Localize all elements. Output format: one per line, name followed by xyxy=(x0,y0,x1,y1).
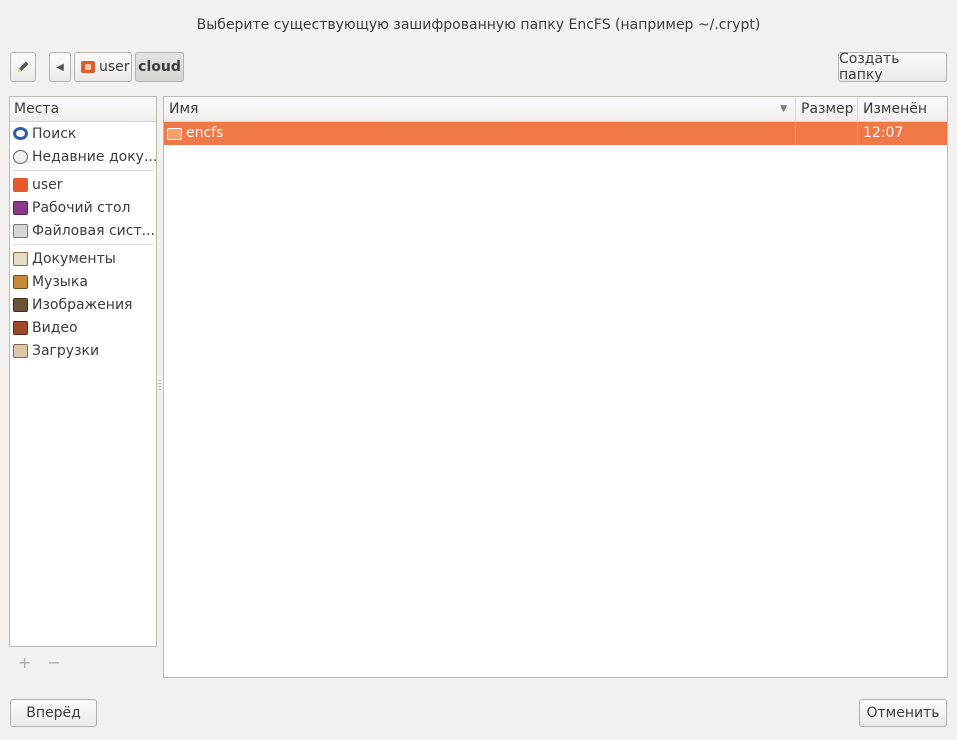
music-folder-icon xyxy=(13,274,28,289)
sidebar-item-label: Изображения xyxy=(32,296,133,313)
sidebar-item-filesystem[interactable]: Файловая сист... xyxy=(10,219,156,242)
breadcrumb-cloud-label: cloud xyxy=(138,59,181,75)
sidebar-item-label: Недавние доку... xyxy=(32,148,156,165)
pane-resize-handle[interactable] xyxy=(158,380,161,392)
sidebar-item-downloads[interactable]: Загрузки xyxy=(10,339,156,362)
sidebar-item-label: Загрузки xyxy=(32,342,100,359)
sidebar-item-pictures[interactable]: Изображения xyxy=(10,293,156,316)
recent-icon xyxy=(13,149,28,164)
remove-bookmark-button[interactable]: − xyxy=(47,653,60,672)
edit-location-button[interactable] xyxy=(10,52,36,82)
row-size xyxy=(796,122,858,145)
divider xyxy=(12,244,154,245)
breadcrumb-user[interactable]: user xyxy=(74,52,132,82)
sidebar-item-search[interactable]: Поиск xyxy=(10,122,156,145)
folder-icon xyxy=(167,127,182,140)
column-header-label: Имя xyxy=(169,101,199,117)
forward-button[interactable]: Вперёд xyxy=(10,699,97,727)
path-back-button[interactable]: ◀ xyxy=(49,52,71,82)
row-name: encfs xyxy=(186,125,224,141)
sidebar-item-home[interactable]: user xyxy=(10,173,156,196)
places-sidebar: Места Поиск Недавние доку... user Рабочи… xyxy=(9,96,157,647)
column-header-size[interactable]: Размер xyxy=(796,97,858,121)
sort-descending-icon: ▼ xyxy=(780,104,787,114)
sidebar-item-desktop[interactable]: Рабочий стол xyxy=(10,196,156,219)
sidebar-item-videos[interactable]: Видео xyxy=(10,316,156,339)
chevron-left-icon: ◀ xyxy=(56,61,64,73)
file-list-header: Имя ▼ Размер Изменён xyxy=(164,97,947,122)
sidebar-item-label: Видео xyxy=(32,319,78,336)
add-bookmark-button[interactable]: + xyxy=(18,653,31,672)
search-icon xyxy=(13,127,28,140)
file-list: Имя ▼ Размер Изменён encfs 12:07 xyxy=(163,96,948,678)
cancel-button[interactable]: Отменить xyxy=(859,699,947,727)
home-folder-icon xyxy=(13,177,28,192)
documents-folder-icon xyxy=(13,251,28,266)
desktop-icon xyxy=(13,200,28,215)
dialog-title: Выберите существующую зашифрованную папк… xyxy=(196,17,761,33)
row-modified: 12:07 xyxy=(863,125,904,141)
sidebar-item-label: Музыка xyxy=(32,273,88,290)
drive-icon xyxy=(13,223,28,238)
sidebar-item-label: user xyxy=(32,176,63,193)
home-folder-icon xyxy=(81,61,95,73)
downloads-folder-icon xyxy=(13,343,28,358)
table-row[interactable]: encfs 12:07 xyxy=(164,122,947,145)
column-header-name[interactable]: Имя ▼ xyxy=(164,97,796,121)
pencil-icon xyxy=(18,61,29,72)
breadcrumb-user-label: user xyxy=(99,59,130,75)
create-folder-button[interactable]: Создать папку xyxy=(838,51,947,83)
sidebar-item-label: Рабочий стол xyxy=(32,199,131,216)
row-name-cell: encfs xyxy=(164,122,796,145)
bookmark-controls: + − xyxy=(18,653,61,672)
sidebar-item-recent[interactable]: Недавние доку... xyxy=(10,145,156,168)
divider xyxy=(12,170,154,171)
videos-folder-icon xyxy=(13,320,28,335)
breadcrumb-cloud[interactable]: cloud xyxy=(135,52,184,82)
sidebar-item-label: Поиск xyxy=(32,125,77,142)
sidebar-item-label: Файловая сист... xyxy=(32,222,155,239)
sidebar-item-music[interactable]: Музыка xyxy=(10,270,156,293)
places-header: Места xyxy=(10,97,156,122)
pictures-folder-icon xyxy=(13,297,28,312)
column-header-modified[interactable]: Изменён xyxy=(858,97,947,121)
sidebar-item-documents[interactable]: Документы xyxy=(10,247,156,270)
sidebar-item-label: Документы xyxy=(32,250,116,267)
